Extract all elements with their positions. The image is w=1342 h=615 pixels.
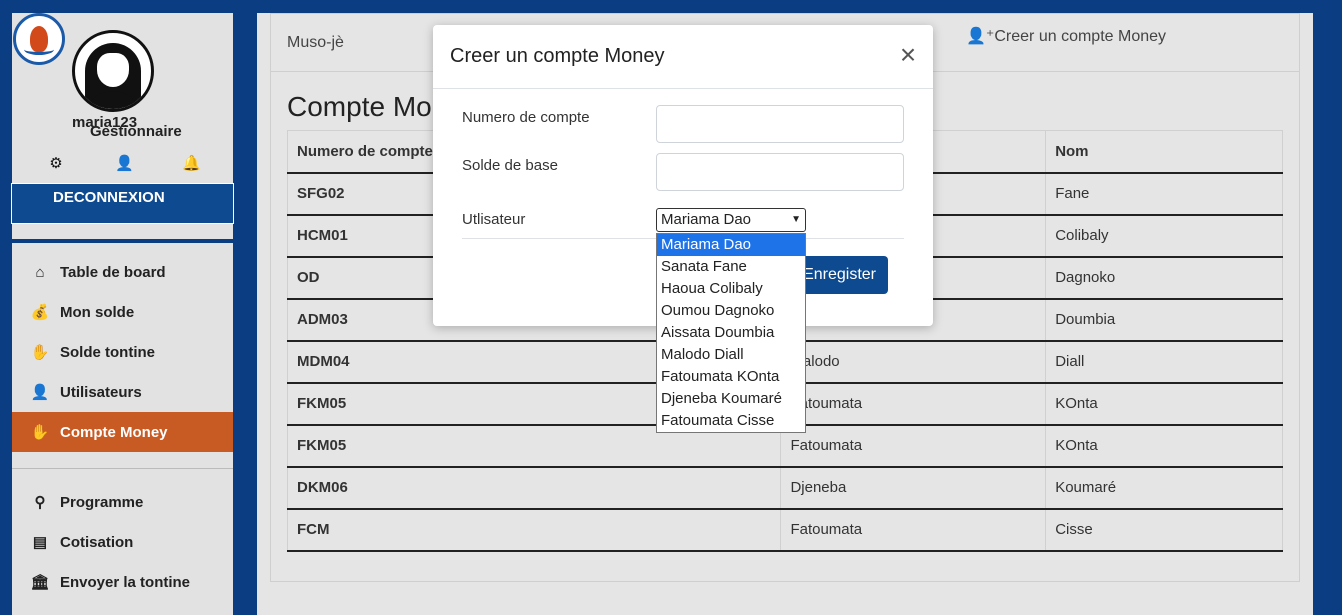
- dropdown-option[interactable]: Djeneba Koumaré: [657, 388, 805, 410]
- dropdown-option[interactable]: Haoua Colibaly: [657, 278, 805, 300]
- dropdown-option[interactable]: Fatoumata KOnta: [657, 366, 805, 388]
- user-dropdown-list: Mariama Dao Sanata Fane Haoua Colibaly Oumo…: [656, 233, 806, 433]
- user-select[interactable]: Mariama Dao ▼: [656, 208, 806, 232]
- chevron-down-icon: ▼: [791, 214, 801, 225]
- close-icon[interactable]: ×: [897, 41, 919, 69]
- account-number-label: Numero de compte: [462, 109, 590, 126]
- dropdown-option[interactable]: Malodo Diall: [657, 344, 805, 366]
- base-balance-field[interactable]: [656, 153, 904, 191]
- dropdown-option[interactable]: Sanata Fane: [657, 256, 805, 278]
- user-select-value: Mariama Dao: [661, 211, 752, 228]
- user-label: Utlisateur: [462, 211, 526, 228]
- dropdown-option[interactable]: Aissata Doumbia: [657, 322, 805, 344]
- base-balance-label: Solde de base: [462, 157, 558, 174]
- account-number-field[interactable]: [656, 105, 904, 143]
- dropdown-option[interactable]: Mariama Dao: [657, 234, 805, 256]
- dropdown-option[interactable]: Oumou Dagnoko: [657, 300, 805, 322]
- save-button[interactable]: Enregister: [799, 256, 888, 294]
- dropdown-option[interactable]: Fatoumata Cisse: [657, 410, 805, 432]
- modal-title: Creer un compte Money: [433, 25, 933, 89]
